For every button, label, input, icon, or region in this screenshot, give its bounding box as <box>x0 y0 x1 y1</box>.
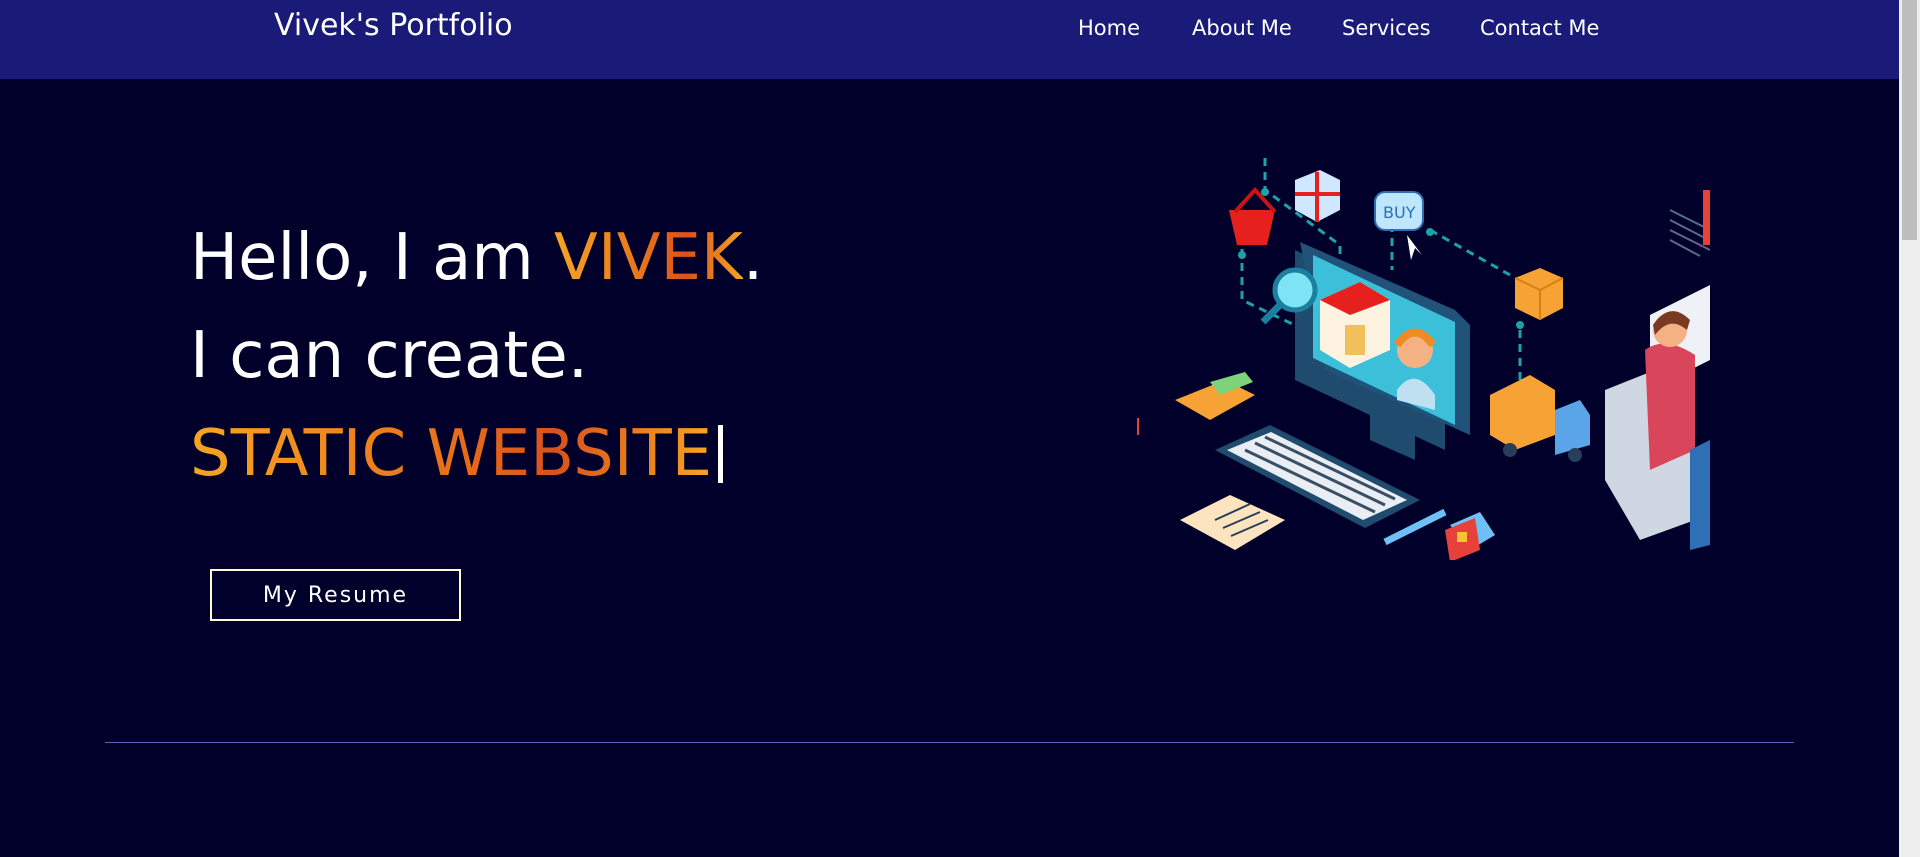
credit-card-icon <box>1445 512 1495 560</box>
scrollbar[interactable] <box>1899 0 1920 857</box>
nav-link-services[interactable]: Services <box>1342 16 1431 40</box>
nav-links: Home About Me Services Contact Me <box>0 16 1899 46</box>
nav-link-contact-me[interactable]: Contact Me <box>1480 16 1599 40</box>
section-divider <box>105 742 1794 743</box>
buy-tag-icon: BUY <box>1374 191 1424 260</box>
navbar: Vivek's Portfolio Home About Me Services… <box>0 0 1899 79</box>
nav-link-about-me[interactable]: About Me <box>1192 16 1292 40</box>
red-panel-edge <box>1703 190 1710 245</box>
gift-icon <box>1295 170 1340 222</box>
typing-cursor <box>718 425 724 483</box>
hero-name: VIVEK <box>554 221 743 295</box>
typed-text-line: STATIC WEBSITE <box>190 416 724 493</box>
nav-link-home[interactable]: Home <box>1078 16 1140 40</box>
delivery-truck-icon <box>1490 375 1590 462</box>
greeting-suffix: . <box>742 221 764 295</box>
package-icon <box>1514 268 1564 320</box>
ecommerce-illustration: BUY <box>1137 158 1710 560</box>
greeting-prefix: Hello, I am <box>190 221 555 295</box>
typed-text: STATIC WEBSITE <box>190 417 713 491</box>
scrollbar-thumb[interactable] <box>1902 0 1917 240</box>
buy-tag-label: BUY <box>1383 203 1416 222</box>
hero-greeting: Hello, I am VIVEK. <box>190 220 763 297</box>
basket-icon <box>1229 187 1277 245</box>
pen-icon <box>1383 508 1447 546</box>
hero-line-2: I can create. <box>190 319 589 393</box>
resume-button[interactable]: My Resume <box>210 569 461 621</box>
checklist-icon <box>1180 495 1285 550</box>
wallet-icon <box>1175 372 1255 420</box>
person-icon <box>1605 285 1710 550</box>
